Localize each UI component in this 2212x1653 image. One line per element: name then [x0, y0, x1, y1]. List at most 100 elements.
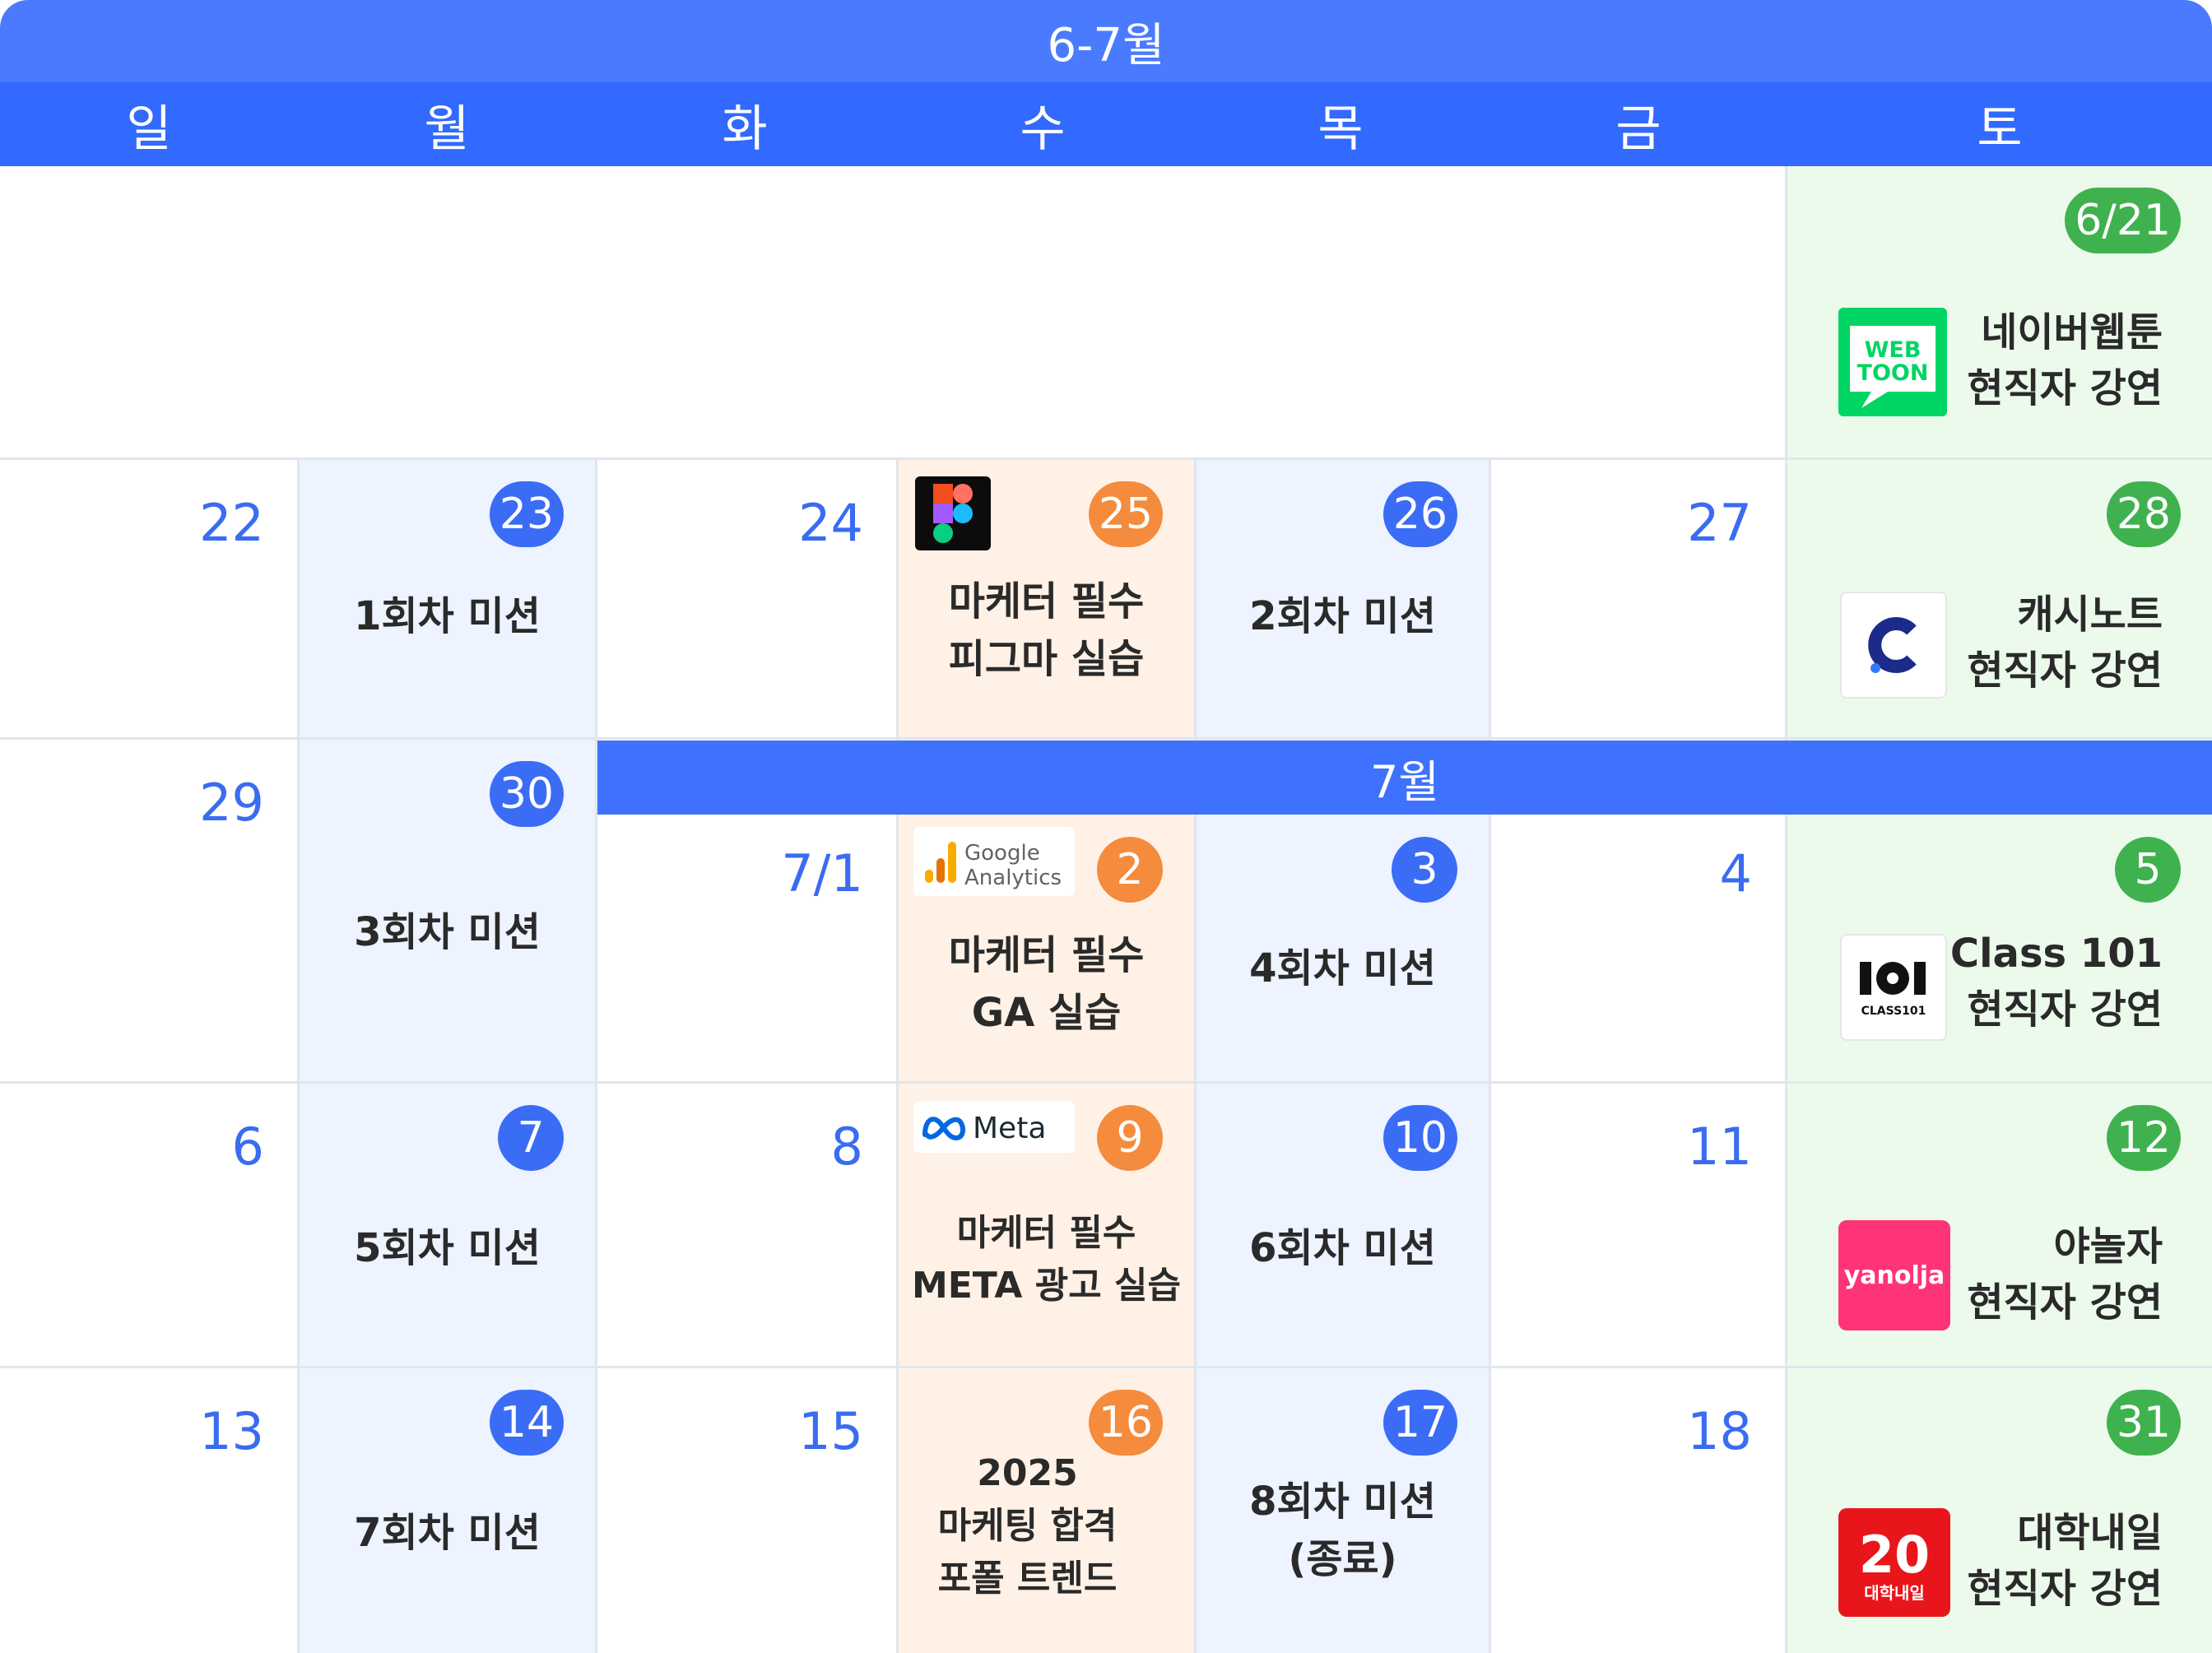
daehaknaeil-logo-text1: 20 [1859, 1525, 1930, 1585]
week-row-3: 6 7 5회차 미션 8 Meta 9 마케터 필수 META 광고 실습 10… [0, 1084, 2212, 1368]
weekday-thu: 목 [1317, 100, 1364, 158]
day-cell-0708[interactable]: 8 [597, 1084, 899, 1368]
event-line1: 캐시노트 [2017, 592, 2163, 638]
date-badge: 23 [489, 481, 564, 547]
date-number: 22 [199, 493, 264, 553]
day-cell-22[interactable]: 22 [0, 460, 300, 740]
date-badge: 5 [2115, 837, 2181, 903]
date-number: 27 [1687, 493, 1752, 553]
event-line2: 피그마 실습 [948, 635, 1145, 682]
week-row-0: 6/21 WEB TOON 네이버웹툰 현직자 강연 [0, 166, 2212, 460]
day-cell-0731[interactable]: 31 20 대학내일 대학내일 현직자 강연 [1787, 1368, 2212, 1653]
day-cell-0707[interactable]: 7 5회차 미션 [300, 1084, 597, 1368]
date-badge: 17 [1382, 1390, 1457, 1456]
event-line2: 현직자 강연 [1967, 1566, 2163, 1613]
event-line1: 2025 [977, 1452, 1078, 1494]
event-text: 2025 마케팅 합격 포폴 트렌드 [899, 1447, 1156, 1604]
day-cell-28[interactable]: 28 캐시노트 현직자 강연 [1787, 460, 2212, 740]
daehaknaeil-logo: 20 대학내일 [1838, 1508, 1950, 1617]
date-badge: 25 [1088, 481, 1163, 547]
date-badge: 9 [1097, 1105, 1163, 1171]
day-cell-27[interactable]: 27 [1491, 460, 1787, 740]
figma-logo [915, 476, 991, 550]
day-cell-0711[interactable]: 11 [1491, 1084, 1787, 1368]
day-cell-24[interactable]: 24 [597, 460, 899, 740]
mission-line1: 8회차 미션 [1249, 1479, 1436, 1525]
mission-label: 3회차 미션 [354, 909, 541, 955]
date-number: 24 [798, 493, 863, 553]
event-line2: GA 실습 [971, 989, 1122, 1036]
week-row-4: 13 14 7회차 미션 15 16 2025 마케팅 합격 포폴 트렌드 17… [0, 1368, 2212, 1653]
event-line1: 네이버웹툰 [1981, 309, 2163, 355]
event-line2: 현직자 강연 [1967, 1279, 2163, 1326]
day-cell-0716[interactable]: 16 2025 마케팅 합격 포폴 트렌드 [899, 1368, 1197, 1653]
day-cell-0718[interactable]: 18 [1491, 1368, 1787, 1653]
mission-label: 7회차 미션 [354, 1510, 541, 1556]
day-cell-26[interactable]: 26 2회차 미션 [1197, 460, 1491, 740]
google-analytics-logo: Google Analytics [913, 827, 1075, 896]
date-number: 13 [199, 1401, 264, 1461]
calendar-title: 6-7월 [0, 0, 2212, 82]
event-line1: 마케터 필수 [948, 578, 1145, 625]
weekday-wed: 수 [1020, 100, 1066, 158]
date-badge: 10 [1382, 1105, 1457, 1171]
mission-line2: (종료) [1288, 1535, 1397, 1582]
day-cell-0710[interactable]: 10 6회차 미션 [1197, 1084, 1491, 1368]
event-text: 마케터 필수 피그마 실습 [899, 573, 1194, 688]
webtoon-logo: WEB TOON [1838, 308, 1947, 416]
event-line2: META 광고 실습 [911, 1264, 1182, 1307]
mission-label: 2회차 미션 [1249, 593, 1436, 639]
event-line2: 마케팅 합격 [937, 1504, 1118, 1547]
july-banner: 7월 [597, 741, 2212, 815]
day-cell-29[interactable]: 29 [0, 740, 300, 1084]
mission-label: 1회차 미션 [354, 593, 541, 639]
date-number: 18 [1687, 1401, 1752, 1461]
mission-label: 8회차 미션 (종료) [1197, 1474, 1489, 1588]
mission-label: 4회차 미션 [1249, 945, 1436, 991]
date-badge: 2 [1097, 837, 1163, 903]
event-text: Class 101 현직자 강연 [1950, 926, 2163, 1038]
day-cell-23[interactable]: 23 1회차 미션 [300, 460, 597, 740]
event-text: 마케터 필수 META 광고 실습 [899, 1207, 1194, 1312]
day-cell-25[interactable]: 25 마케터 필수 피그마 실습 [899, 460, 1197, 740]
day-cell-0713[interactable]: 13 [0, 1368, 300, 1653]
webtoon-logo-text2: TOON [1857, 360, 1929, 386]
day-cell-0717[interactable]: 17 8회차 미션 (종료) [1197, 1368, 1491, 1653]
event-line1: 대학내일 [2017, 1510, 2163, 1556]
event-line3: 포폴 트렌드 [937, 1557, 1118, 1600]
weekday-mon: 월 [424, 100, 470, 158]
class101-logo-text: CLASS101 [1861, 1005, 1926, 1018]
date-badge: 30 [489, 761, 564, 827]
date-badge: 3 [1392, 837, 1457, 903]
day-cell-0709[interactable]: Meta 9 마케터 필수 META 광고 실습 [899, 1084, 1197, 1368]
date-number: 4 [1719, 843, 1752, 903]
daehaknaeil-logo-text2: 대학내일 [1864, 1583, 1925, 1603]
date-badge: 6/21 [2065, 188, 2181, 253]
event-line1: Class 101 [1949, 931, 2163, 977]
date-number: 15 [798, 1401, 863, 1461]
date-badge: 14 [489, 1390, 564, 1456]
event-line2: 현직자 강연 [1967, 987, 2163, 1033]
weekday-fri: 금 [1615, 100, 1661, 158]
date-number: 6 [231, 1117, 264, 1177]
webtoon-logo-text1: WEB [1865, 337, 1922, 363]
event-line2: 현직자 강연 [1967, 365, 2163, 412]
event-line2: 현직자 강연 [1967, 648, 2163, 694]
date-number: 7/1 [781, 843, 863, 903]
day-cell-0715[interactable]: 15 [597, 1368, 899, 1653]
day-cell-0714[interactable]: 14 7회차 미션 [300, 1368, 597, 1653]
cashnote-logo [1840, 592, 1947, 699]
event-text: 마케터 필수 GA 실습 [899, 927, 1194, 1042]
ga-logo-text2: Analytics [964, 866, 1062, 890]
event-line1: 마케터 필수 [948, 932, 1145, 978]
day-cell-0712[interactable]: 12 yanolja 야놀자 현직자 강연 [1787, 1084, 2212, 1368]
empty-cell [0, 166, 1787, 460]
mission-label: 5회차 미션 [354, 1225, 541, 1271]
day-cell-0706[interactable]: 6 [0, 1084, 300, 1368]
day-cell-0621[interactable]: 6/21 WEB TOON 네이버웹툰 현직자 강연 [1787, 166, 2212, 460]
day-cell-30[interactable]: 30 3회차 미션 [300, 740, 597, 1084]
weekday-header: 일 월 화 수 목 금 토 [0, 82, 2212, 166]
date-number: 8 [830, 1117, 863, 1177]
weekday-sat: 토 [1977, 100, 2023, 158]
date-badge: 12 [2106, 1105, 2181, 1171]
